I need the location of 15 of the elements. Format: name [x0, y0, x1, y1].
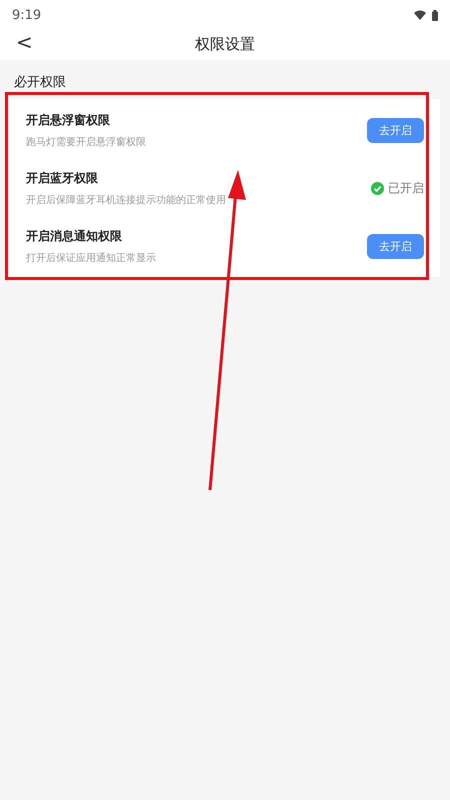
status-time: 9:19	[12, 8, 42, 22]
enable-button[interactable]: 去开启	[367, 234, 424, 258]
permission-description: 开启后保障蓝牙耳机连接提示功能的正常使用	[26, 194, 227, 206]
permission-title: 开启蓝牙权限	[26, 170, 99, 186]
permission-description: 跑马灯需要开启悬浮窗权限	[26, 136, 147, 148]
page-title: 权限设置	[195, 34, 255, 54]
section-title: 必开权限	[13, 74, 67, 92]
wifi-icon	[414, 10, 426, 20]
permission-title: 开启悬浮窗权限	[26, 112, 111, 128]
enable-button[interactable]: 去开启	[367, 118, 424, 142]
back-button[interactable]: <	[14, 30, 35, 54]
battery-icon	[432, 10, 438, 20]
permission-description: 打开后保证应用通知正常显示	[26, 252, 157, 264]
status-label: 已开启	[388, 180, 424, 196]
permission-title: 开启消息通知权限	[26, 228, 123, 244]
